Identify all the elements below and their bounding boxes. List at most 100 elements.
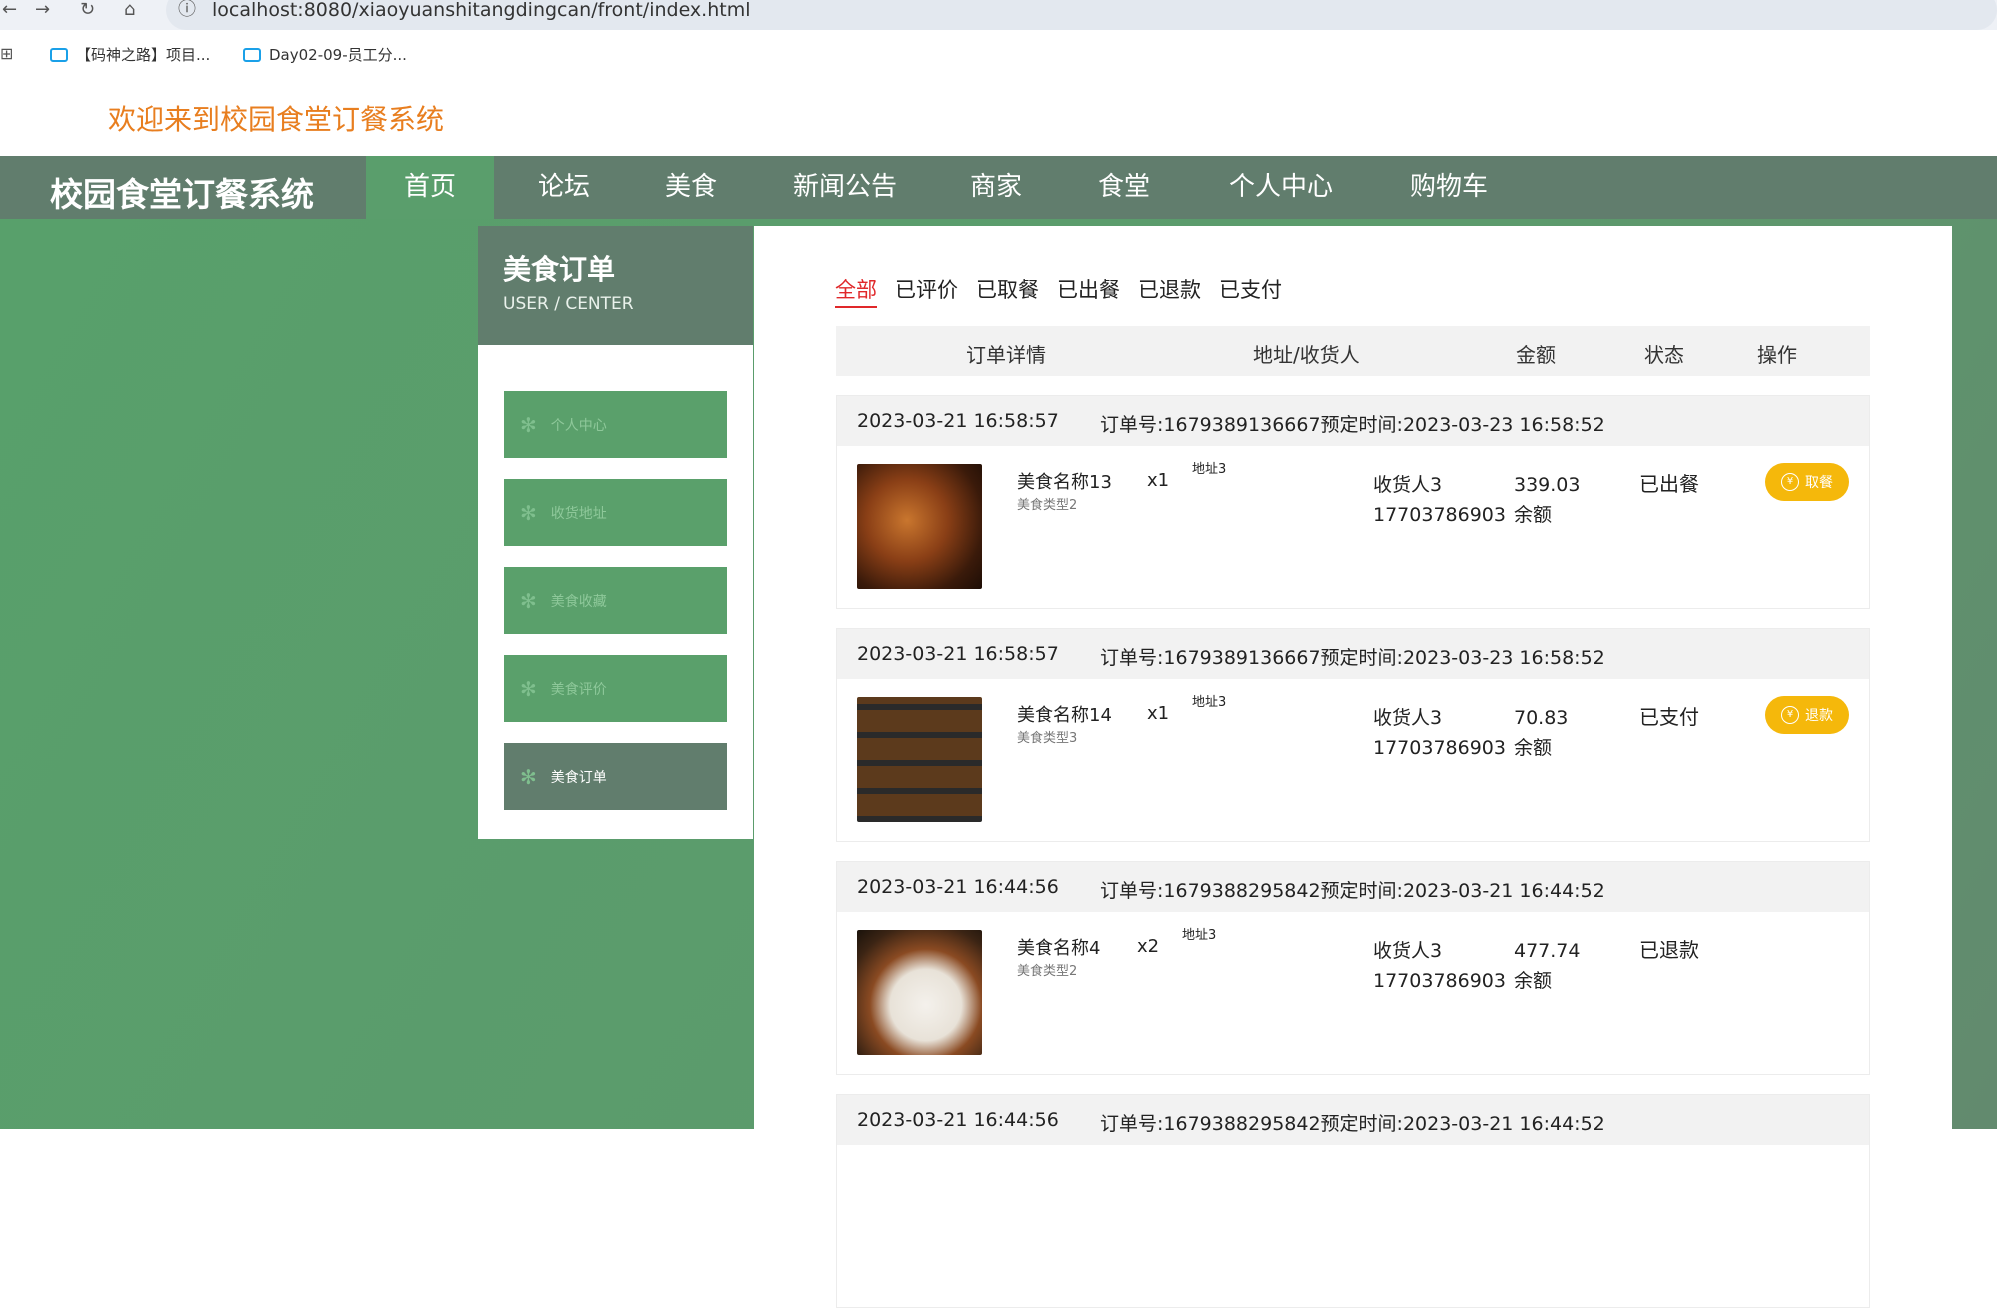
yen-icon: ¥ — [1781, 473, 1799, 491]
tab-reviewed[interactable]: 已评价 — [895, 274, 958, 308]
asterisk-icon: ✻ — [520, 588, 537, 613]
brand-title: 校园食堂订餐系统 — [50, 175, 314, 214]
order-card: 2023-03-21 16:44:56 订单号:1679388295842预定时… — [836, 1094, 1870, 1308]
order-header: 2023-03-21 16:58:57 订单号:1679389136667预定时… — [837, 396, 1869, 446]
back-icon[interactable]: ← — [2, 0, 17, 30]
refund-button[interactable]: ¥ 退款 — [1765, 696, 1849, 734]
food-type: 美食类型2 — [1017, 964, 1078, 979]
address: 地址3 — [1192, 695, 1227, 710]
bookmark-label: 【码神之路】项目... — [76, 46, 211, 64]
order-time: 2023-03-21 16:44:56 — [857, 876, 1059, 898]
amount-block: 339.03 余额 — [1514, 470, 1580, 530]
orders-panel: 全部 已评价 已取餐 已出餐 已退款 已支付 订单详情 地址/收货人 金额 状态… — [754, 226, 1952, 1308]
bookmark-1[interactable]: 【码神之路】项目... — [50, 44, 210, 65]
nav-home[interactable]: 首页 — [366, 156, 494, 219]
nav-merchant[interactable]: 商家 — [970, 156, 1022, 219]
tab-served[interactable]: 已出餐 — [1057, 274, 1120, 308]
sidebar-item-reviews[interactable]: ✻ 美食评价 — [504, 655, 727, 722]
food-image[interactable] — [857, 697, 982, 822]
order-header: 2023-03-21 16:44:56 订单号:1679388295842预定时… — [837, 862, 1869, 912]
asterisk-icon: ✻ — [520, 500, 537, 525]
forward-icon[interactable]: → — [35, 0, 50, 30]
asterisk-icon: ✻ — [520, 676, 537, 701]
bookmark-2[interactable]: Day02-09-员工分... — [243, 44, 407, 65]
receiver-block: 收货人3 17703786903 — [1373, 703, 1506, 763]
receiver-block: 收货人3 17703786903 — [1373, 936, 1506, 996]
top-nav: 校园食堂订餐系统 首页 论坛 美食 新闻公告 商家 食堂 个人中心 购物车 — [0, 156, 1997, 219]
receiver-block: 收货人3 17703786903 — [1373, 470, 1506, 530]
sidebar-item-address[interactable]: ✻ 收货地址 — [504, 479, 727, 546]
order-number: 订单号:1679388295842预定时间:2023-03-21 16:44:5… — [1100, 1113, 1605, 1135]
order-time: 2023-03-21 16:58:57 — [857, 410, 1059, 432]
food-name: 美食名称4 — [1017, 938, 1101, 959]
food-type: 美食类型3 — [1017, 731, 1078, 746]
quantity: x1 — [1147, 470, 1170, 491]
asterisk-icon: ✻ — [520, 764, 537, 789]
receiver-name: 收货人3 — [1373, 940, 1443, 962]
home-icon[interactable]: ⌂ — [124, 0, 135, 30]
nav-cart[interactable]: 购物车 — [1410, 156, 1488, 219]
food-name: 美食名称13 — [1017, 472, 1112, 493]
pay-method: 余额 — [1514, 737, 1553, 759]
order-card: 2023-03-21 16:58:57 订单号:1679389136667预定时… — [836, 628, 1870, 842]
food-type: 美食类型2 — [1017, 498, 1078, 513]
action-label: 退款 — [1805, 708, 1833, 724]
pickup-button[interactable]: ¥ 取餐 — [1765, 463, 1849, 501]
order-header: 2023-03-21 16:58:57 订单号:1679389136667预定时… — [837, 629, 1869, 679]
sidebar-item-user-center[interactable]: ✻ 个人中心 — [504, 391, 727, 458]
amount: 70.83 — [1514, 707, 1569, 729]
tab-all[interactable]: 全部 — [835, 274, 877, 308]
yen-icon: ¥ — [1781, 706, 1799, 724]
order-number: 订单号:1679389136667预定时间:2023-03-23 16:58:5… — [1100, 414, 1605, 436]
tab-paid[interactable]: 已支付 — [1219, 274, 1282, 308]
sidebar-subtitle: USER / CENTER — [503, 294, 634, 314]
food-image[interactable] — [857, 464, 982, 589]
site-info-icon[interactable]: ⓘ — [178, 0, 196, 30]
nav-canteen[interactable]: 食堂 — [1098, 156, 1150, 219]
browser-toolbar: ← → ↻ ⌂ ⓘ localhost:8080/xiaoyuanshitang… — [0, 0, 1997, 30]
url-text[interactable]: localhost:8080/xiaoyuanshitangdingcan/fr… — [212, 0, 751, 20]
column-header: 订单详情 — [966, 343, 1046, 367]
receiver-phone: 17703786903 — [1373, 970, 1506, 992]
nav-food[interactable]: 美食 — [665, 156, 717, 219]
amount: 339.03 — [1514, 474, 1581, 496]
order-status: 已出餐 — [1639, 472, 1699, 496]
amount-block: 477.74 余额 — [1514, 936, 1580, 996]
tab-picked-up[interactable]: 已取餐 — [976, 274, 1039, 308]
food-image[interactable] — [857, 930, 982, 1055]
receiver-name: 收货人3 — [1373, 707, 1443, 729]
sidebar-item-label: 美食订单 — [550, 769, 607, 786]
column-header: 金额 — [1516, 343, 1556, 367]
order-number: 订单号:1679388295842预定时间:2023-03-21 16:44:5… — [1100, 880, 1605, 902]
order-status: 已退款 — [1639, 938, 1699, 962]
column-header: 地址/收货人 — [1253, 343, 1360, 367]
nav-user-center[interactable]: 个人中心 — [1229, 156, 1333, 219]
sidebar-header: 美食订单 USER / CENTER — [478, 226, 753, 345]
order-status: 已支付 — [1639, 705, 1699, 729]
column-header: 操作 — [1757, 343, 1797, 367]
order-card: 2023-03-21 16:44:56 订单号:1679388295842预定时… — [836, 861, 1870, 1075]
apps-icon[interactable]: ⊞ — [0, 44, 13, 63]
sidebar-item-label: 收货地址 — [550, 505, 607, 522]
tab-refunded[interactable]: 已退款 — [1138, 274, 1201, 308]
nav-news[interactable]: 新闻公告 — [793, 156, 897, 219]
welcome-band: 欢迎来到校园食堂订餐系统 — [0, 80, 1997, 156]
food-name: 美食名称14 — [1017, 705, 1112, 726]
action-label: 取餐 — [1805, 475, 1833, 491]
bookmarks-bar: ⊞ 【码神之路】项目... Day02-09-员工分... — [0, 30, 1997, 81]
reload-icon[interactable]: ↻ — [80, 0, 95, 30]
sidebar-item-favorites[interactable]: ✻ 美食收藏 — [504, 567, 727, 634]
bookmark-label: Day02-09-员工分... — [269, 46, 407, 64]
sidebar-title: 美食订单 — [503, 253, 616, 286]
receiver-phone: 17703786903 — [1373, 504, 1506, 526]
pay-method: 余额 — [1514, 504, 1553, 526]
sidebar-item-label: 个人中心 — [550, 417, 607, 434]
amount: 477.74 — [1514, 940, 1581, 962]
sidebar-menu: ✻ 个人中心 ✻ 收货地址 ✻ 美食收藏 ✻ 美食评价 ✻ 美食订单 — [478, 345, 753, 839]
nav-forum[interactable]: 论坛 — [538, 156, 590, 219]
order-time: 2023-03-21 16:44:56 — [857, 1109, 1059, 1131]
sidebar-item-label: 美食收藏 — [550, 593, 607, 610]
sidebar-item-orders[interactable]: ✻ 美食订单 — [504, 743, 727, 810]
order-header: 2023-03-21 16:44:56 订单号:1679388295842预定时… — [837, 1095, 1869, 1145]
order-time: 2023-03-21 16:58:57 — [857, 643, 1059, 665]
